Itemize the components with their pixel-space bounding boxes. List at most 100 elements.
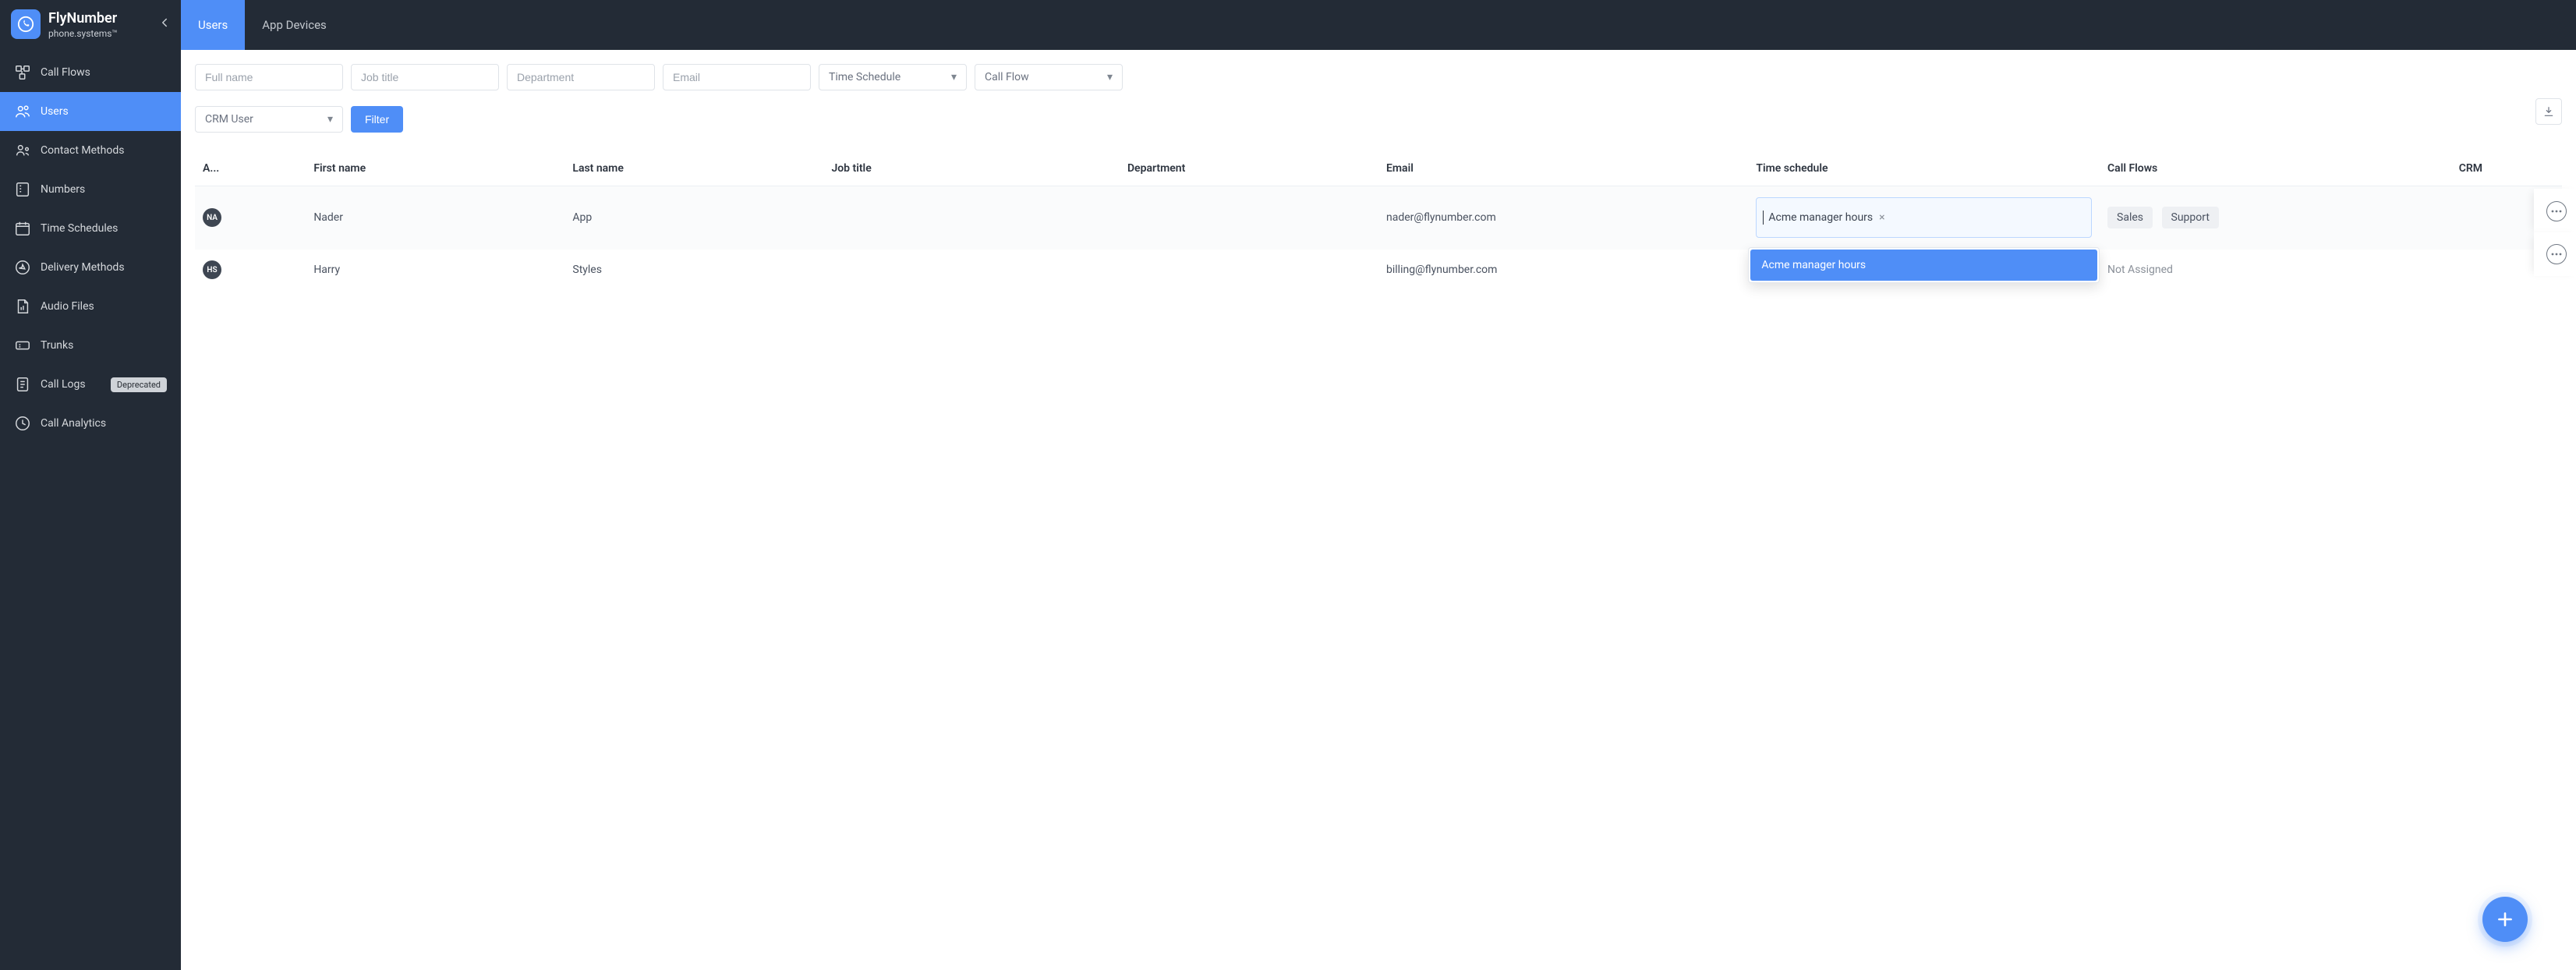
tab-label: App Devices (262, 18, 327, 32)
sidebar-item-label: Call Analytics (41, 417, 106, 430)
filter-email-input[interactable] (663, 64, 811, 90)
sidebar-item-call-analytics[interactable]: Call Analytics (0, 404, 181, 443)
brand-logo (11, 9, 41, 39)
avatar: HS (203, 260, 221, 279)
select-label: Call Flow (985, 71, 1029, 83)
contact-icon (14, 142, 31, 159)
text-cursor (1763, 211, 1764, 225)
sidebar-item-label: Users (41, 105, 69, 118)
schedule-tag: Acme manager hours × (1768, 211, 1884, 224)
call-flows-not-assigned: Not Assigned (2107, 264, 2173, 276)
col-first-name[interactable]: First name (306, 151, 564, 186)
col-avatar[interactable]: A... (195, 151, 306, 186)
filter-department-input[interactable] (507, 64, 655, 90)
avatar: NA (203, 208, 221, 227)
table-header-row: A... First name Last name Job title Depa… (195, 151, 2562, 186)
filter-call-flow-select[interactable]: Call Flow ▾ (975, 64, 1123, 90)
cell-first-name: Harry (306, 250, 564, 291)
calendar-icon (14, 220, 31, 237)
add-fab-button[interactable] (2482, 897, 2528, 942)
sidebar-item-label: Audio Files (41, 300, 94, 313)
select-label: Time Schedule (829, 71, 901, 83)
filter-button[interactable]: Filter (351, 106, 403, 133)
call-flow-tag[interactable]: Sales (2107, 207, 2153, 228)
filter-time-schedule-select[interactable]: Time Schedule ▾ (819, 64, 967, 90)
flow-icon (14, 64, 31, 81)
tab-users[interactable]: Users (181, 0, 245, 50)
sidebar-item-numbers[interactable]: Numbers (0, 170, 181, 209)
users-table-wrap: A... First name Last name Job title Depa… (181, 151, 2576, 291)
sidebar-item-time-schedules[interactable]: Time Schedules (0, 209, 181, 248)
logs-icon (14, 376, 31, 393)
main-area: Users App Devices Time Schedule ▾ Call F… (181, 0, 2576, 970)
topbar: Users App Devices (181, 0, 2576, 50)
row-actions (2534, 189, 2576, 234)
sidebar-item-call-flows[interactable]: Call Flows (0, 53, 181, 92)
sidebar-item-label: Call Flows (41, 66, 90, 79)
cell-email: billing@flynumber.com (1378, 250, 1748, 291)
time-schedule-dropdown: Acme manager hours (1748, 247, 2100, 283)
window-edge (2571, 0, 2576, 50)
table-row[interactable]: NA Nader App nader@flynumber.com Acme (195, 186, 2562, 250)
tab-app-devices[interactable]: App Devices (245, 0, 344, 50)
brand-text: FlyNumber phone.systems™ (48, 10, 118, 39)
row-more-button[interactable] (2546, 244, 2567, 264)
cell-first-name: Nader (306, 186, 564, 250)
brand-title: FlyNumber (48, 10, 118, 27)
delivery-icon (14, 259, 31, 276)
dropdown-item-acme-manager-hours[interactable]: Acme manager hours (1750, 250, 2097, 281)
brand-header: FlyNumber phone.systems™ (0, 0, 181, 48)
chevron-down-icon: ▾ (327, 113, 333, 126)
sidebar-item-label: Contact Methods (41, 144, 124, 157)
cell-time-schedule: Acme manager hours × Acme manager hours (1748, 186, 2100, 250)
sidebar-item-call-logs[interactable]: Call Logs Deprecated (0, 365, 181, 404)
sidebar-item-trunks[interactable]: Trunks (0, 326, 181, 365)
sidebar-item-label: Call Logs (41, 378, 86, 391)
table-row[interactable]: HS Harry Styles billing@flynumber.com No… (195, 250, 2562, 291)
cell-job-title (823, 186, 1120, 250)
filter-full-name-input[interactable] (195, 64, 343, 90)
sidebar-item-delivery-methods[interactable]: Delivery Methods (0, 248, 181, 287)
sidebar-item-contact-methods[interactable]: Contact Methods (0, 131, 181, 170)
schedule-tag-label: Acme manager hours (1768, 211, 1873, 224)
cell-call-flows: Sales Support (2100, 186, 2451, 250)
phone-icon (17, 16, 34, 33)
more-horizontal-icon (2551, 253, 2562, 256)
more-horizontal-icon (2551, 210, 2562, 213)
export-download-button[interactable] (2535, 98, 2562, 125)
sidebar-collapse-button[interactable] (157, 16, 172, 33)
row-more-button[interactable] (2546, 201, 2567, 221)
cell-department (1120, 186, 1378, 250)
cell-department (1120, 250, 1378, 291)
chevron-left-icon (157, 16, 172, 30)
brand-subtitle: phone.systems™ (48, 28, 118, 39)
remove-tag-icon[interactable]: × (1879, 212, 1884, 223)
chevron-down-icon: ▾ (1107, 71, 1113, 83)
time-schedule-multiselect[interactable]: Acme manager hours × (1756, 197, 2092, 238)
users-table: A... First name Last name Job title Depa… (195, 151, 2562, 291)
deprecated-badge: Deprecated (111, 377, 167, 392)
chevron-down-icon: ▾ (951, 71, 957, 83)
audio-icon (14, 298, 31, 315)
filter-bar: Time Schedule ▾ Call Flow ▾ CRM User ▾ F… (181, 50, 2576, 133)
filter-job-title-input[interactable] (351, 64, 499, 90)
cell-call-flows: Not Assigned (2100, 250, 2451, 291)
col-last-name[interactable]: Last name (564, 151, 823, 186)
plus-icon (2495, 909, 2515, 929)
sidebar-item-label: Numbers (41, 183, 85, 196)
tab-label: Users (198, 18, 228, 32)
content: Time Schedule ▾ Call Flow ▾ CRM User ▾ F… (181, 50, 2576, 970)
col-call-flows[interactable]: Call Flows (2100, 151, 2451, 186)
cell-email: nader@flynumber.com (1378, 186, 1748, 250)
col-time-schedule[interactable]: Time schedule (1748, 151, 2100, 186)
sidebar-item-audio-files[interactable]: Audio Files (0, 287, 181, 326)
call-flow-tag[interactable]: Support (2162, 207, 2219, 228)
col-crm[interactable]: CRM (2451, 151, 2562, 186)
col-department[interactable]: Department (1120, 151, 1378, 186)
filter-crm-user-select[interactable]: CRM User ▾ (195, 106, 343, 133)
sidebar-item-label: Time Schedules (41, 222, 118, 235)
col-job-title[interactable]: Job title (823, 151, 1120, 186)
col-email[interactable]: Email (1378, 151, 1748, 186)
sidebar-item-users[interactable]: Users (0, 92, 181, 131)
sidebar-item-label: Delivery Methods (41, 261, 125, 274)
